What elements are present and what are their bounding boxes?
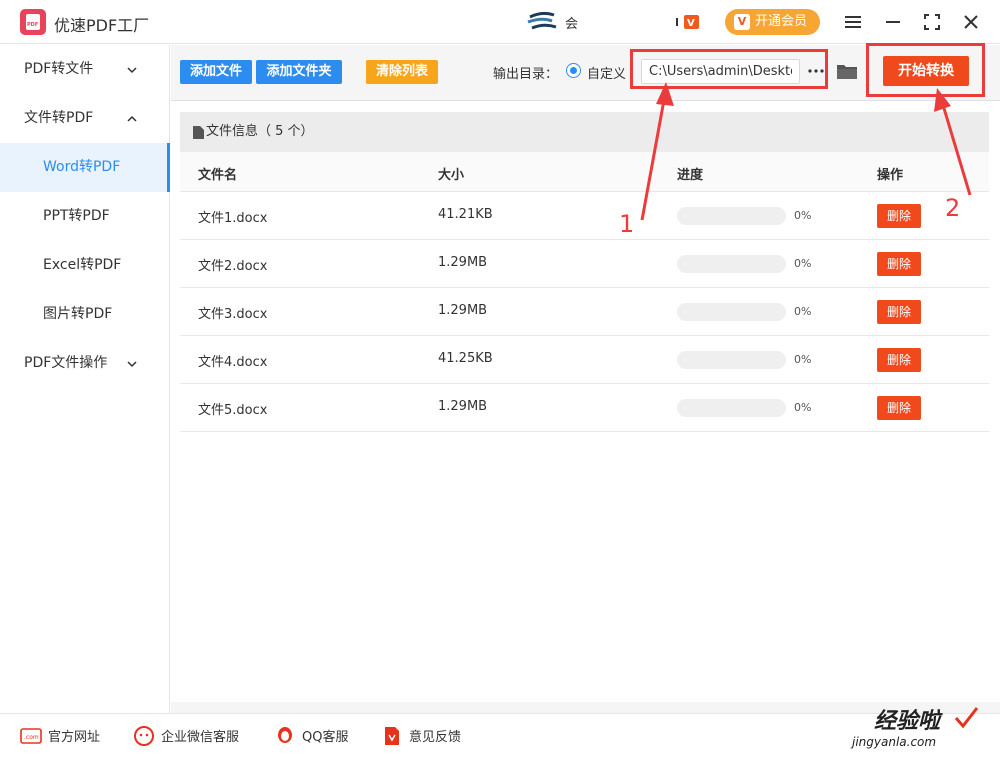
file-size: 41.25KB <box>438 351 493 366</box>
checkmark-icon <box>954 707 979 729</box>
delete-button[interactable]: 删除 <box>877 348 921 372</box>
sidebar-item-image-to-pdf[interactable]: 图片转PDF <box>0 290 170 339</box>
file-size: 1.29MB <box>438 255 488 270</box>
qq-support-link[interactable]: QQ客服 <box>302 728 348 748</box>
user-name[interactable]: 会 <box>565 13 578 32</box>
progress-percent: 0% <box>794 305 812 318</box>
feedback-icon <box>385 727 399 745</box>
file-size: 41.21KB <box>438 207 493 222</box>
output-dir-label: 输出目录： <box>493 67 559 82</box>
title-bar: 优速PDF工厂 会 V V 开通会员 <box>0 0 1000 44</box>
chevron-down-icon <box>127 67 137 74</box>
sidebar-item-ppt-to-pdf[interactable]: PPT转PDF <box>0 192 170 241</box>
clear-list-button[interactable]: 清除列表 <box>366 60 438 84</box>
svg-text:.com: .com <box>24 734 39 741</box>
more-icon[interactable] <box>807 64 825 78</box>
vip-button[interactable]: V 开通会员 <box>725 9 820 35</box>
arrow-2 <box>934 88 972 196</box>
add-file-button[interactable]: 添加文件 <box>180 60 252 84</box>
progress-bar <box>677 399 786 417</box>
file-name: 文件3.docx <box>198 307 268 322</box>
annotation-arrows <box>640 82 972 221</box>
custom-radio[interactable] <box>566 63 581 78</box>
feedback-link[interactable]: 意见反馈 <box>409 728 461 748</box>
arrow-1 <box>640 82 674 221</box>
sidebar-item-pdf-operations[interactable]: PDF文件操作 <box>0 339 170 388</box>
website-icon: .com <box>20 728 42 744</box>
vip-button-label: 开通会员 <box>755 14 808 29</box>
website-link[interactable]: 官方网址 <box>48 728 100 748</box>
user-logo-icon <box>527 11 557 30</box>
add-folder-button[interactable]: 添加文件夹 <box>256 60 342 84</box>
chevron-down-icon <box>127 361 137 368</box>
table-row: 文件5.docx 1.29MB 0% 删除 <box>180 384 989 432</box>
app-logo-icon <box>20 9 46 35</box>
sidebar-item-label: PDF文件操作 <box>24 355 108 371</box>
annotation-label-2: 2 <box>945 194 961 222</box>
sidebar-item-excel-to-pdf[interactable]: Excel转PDF <box>0 241 170 290</box>
delete-button[interactable]: 删除 <box>877 396 921 420</box>
progress-percent: 0% <box>794 257 812 270</box>
sidebar-item-label: 文件转PDF <box>24 110 94 126</box>
document-icon <box>193 126 204 139</box>
folder-icon[interactable] <box>836 61 858 81</box>
file-size: 1.29MB <box>438 303 488 318</box>
delete-button[interactable]: 删除 <box>877 252 921 276</box>
sidebar-item-label: PPT转PDF <box>43 208 110 224</box>
sidebar-item-pdf-to-file[interactable]: PDF转文件 <box>0 45 170 94</box>
column-header-name: 文件名 <box>198 168 238 183</box>
delete-button[interactable]: 删除 <box>877 300 921 324</box>
watermark-url: jingyanla.com <box>852 735 937 749</box>
progress-percent: 0% <box>794 353 812 366</box>
progress-bar <box>677 255 786 273</box>
sidebar-item-label: PDF转文件 <box>24 61 94 77</box>
table-row: 文件4.docx 41.25KB 0% 删除 <box>180 336 989 384</box>
sidebar-item-label: 图片转PDF <box>43 306 113 322</box>
file-name: 文件1.docx <box>198 211 268 226</box>
progress-bar <box>677 303 786 321</box>
vip-level-icon: V <box>676 15 699 29</box>
file-size: 1.29MB <box>438 399 488 414</box>
watermark-logo: 经验啦 <box>874 709 941 734</box>
progress-percent: 0% <box>794 401 812 414</box>
app-title: 优速PDF工厂 <box>54 16 150 35</box>
column-header-size: 大小 <box>438 168 465 183</box>
menu-icon[interactable] <box>842 11 864 33</box>
wechat-icon <box>134 726 154 746</box>
chevron-up-icon <box>127 115 137 122</box>
minimize-icon[interactable] <box>882 11 904 33</box>
vip-badge-icon: V <box>734 14 750 30</box>
close-icon[interactable] <box>960 11 982 33</box>
sidebar: PDF转文件 文件转PDF Word转PDF PPT转PDF Excel转PDF… <box>0 45 170 713</box>
wechat-support-link[interactable]: 企业微信客服 <box>161 728 239 748</box>
svg-text:V: V <box>687 18 695 29</box>
sidebar-item-word-to-pdf[interactable]: Word转PDF <box>0 143 170 192</box>
qq-icon <box>278 727 292 743</box>
table-row: 文件3.docx 1.29MB 0% 删除 <box>180 288 989 336</box>
annotation-label-1: 1 <box>619 210 635 238</box>
file-name: 文件2.docx <box>198 259 268 274</box>
sidebar-item-label: Excel转PDF <box>43 257 122 273</box>
file-name: 文件5.docx <box>198 403 268 418</box>
progress-bar <box>677 351 786 369</box>
file-name: 文件4.docx <box>198 355 268 370</box>
sidebar-item-file-to-pdf[interactable]: 文件转PDF <box>0 94 170 143</box>
maximize-icon[interactable] <box>921 11 943 33</box>
sidebar-item-label: Word转PDF <box>43 159 121 175</box>
footer-bar: .com 官方网址 企业微信客服 QQ客服 意见反馈 <box>0 713 1000 760</box>
